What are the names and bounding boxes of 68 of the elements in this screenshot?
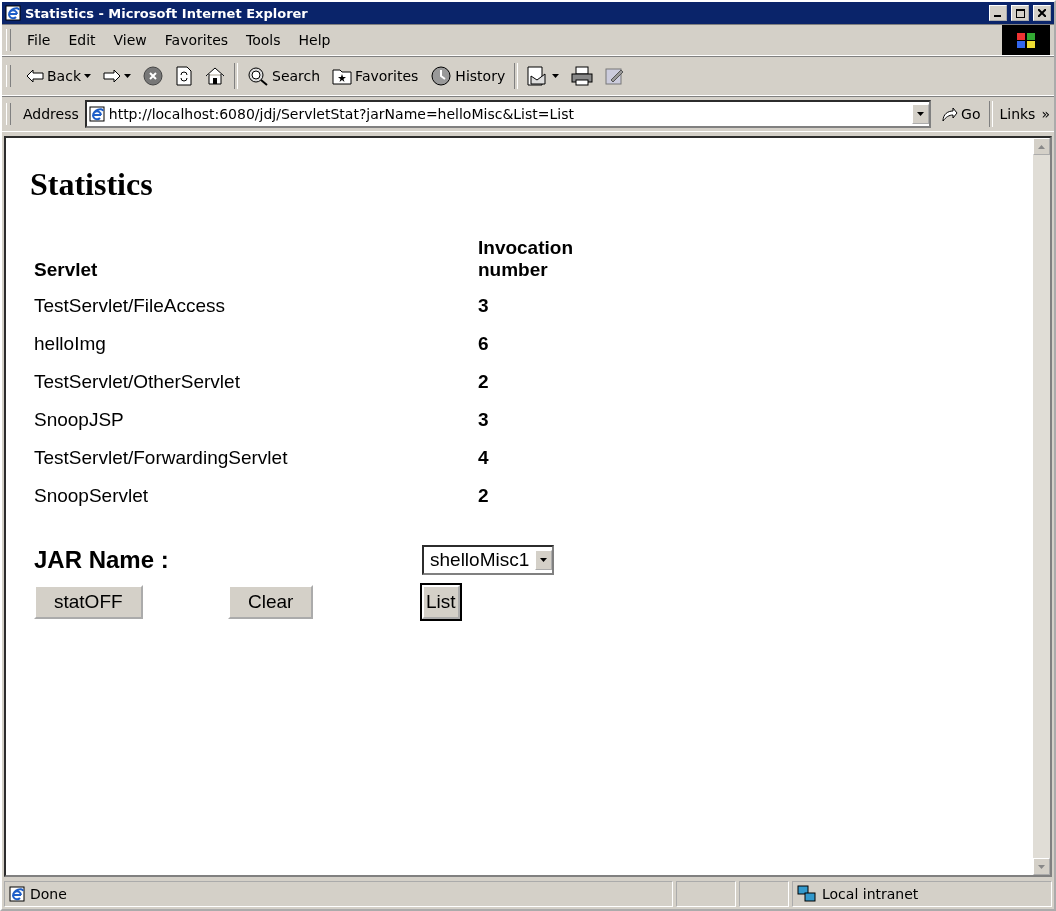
servlet-name: helloImg [34, 332, 107, 356]
ie-logo-icon [5, 5, 21, 21]
column-header: Invocation number [478, 236, 574, 282]
search-icon [247, 66, 269, 86]
menu-item[interactable]: Tools [238, 30, 289, 50]
links-button[interactable]: Links [999, 106, 1036, 122]
menu-item[interactable]: Edit [60, 30, 104, 50]
page-heading: Statistics [30, 166, 154, 203]
status-pane [676, 881, 736, 907]
page-icon [9, 886, 25, 902]
jar-select[interactable]: shelloMisc1 [422, 545, 555, 575]
forward-button[interactable] [100, 67, 134, 85]
go-button[interactable]: Go [937, 104, 984, 124]
edit-page-icon [605, 66, 626, 86]
down-arrow-icon [1038, 864, 1045, 869]
more-chevron[interactable]: » [1041, 106, 1050, 122]
zone-indicator: Local intranet [792, 881, 1052, 907]
menu-item[interactable]: Favorites [156, 30, 237, 50]
invocation-count: 4 [478, 446, 490, 470]
close-icon [1038, 9, 1046, 17]
status-pane [739, 881, 789, 907]
close-button[interactable] [1033, 5, 1051, 21]
history-button[interactable]: History [427, 64, 509, 88]
servlet-name: TestServlet/OtherServlet [34, 370, 241, 394]
menu-item[interactable]: Help [290, 30, 339, 50]
back-arrow-icon [26, 69, 44, 83]
minimize-button[interactable] [989, 5, 1007, 21]
address-label: Address [23, 106, 79, 122]
maximize-icon [1015, 8, 1025, 18]
windows-flag-icon [1002, 25, 1050, 55]
up-arrow-icon [1038, 144, 1045, 149]
window-title: Statistics - Microsoft Internet Explorer [25, 5, 309, 21]
invocation-count: 2 [478, 370, 490, 394]
servlet-name: SnoopServlet [34, 484, 150, 508]
menu-item[interactable]: View [105, 30, 155, 50]
caret-icon [124, 74, 131, 78]
search-button[interactable]: Search [244, 64, 324, 88]
form-button[interactable]: statOFF [34, 585, 143, 619]
maximize-button[interactable] [1011, 5, 1029, 21]
forward-arrow-icon [103, 69, 121, 83]
back-button[interactable]: Back [23, 66, 94, 86]
scrollbar[interactable] [1033, 138, 1050, 875]
form-button[interactable]: Clear [228, 585, 314, 619]
refresh-icon [175, 66, 193, 86]
form-button[interactable]: List [422, 585, 460, 619]
page-icon [88, 106, 105, 122]
invocation-count: 3 [478, 408, 490, 432]
invocation-count: 2 [478, 484, 490, 508]
servlet-name: SnoopJSP [34, 408, 125, 432]
invocation-count: 6 [478, 332, 490, 356]
caret-icon [84, 74, 91, 78]
network-icon [797, 885, 817, 903]
servlet-name: TestServlet/FileAccess [34, 294, 227, 318]
printer-icon [571, 66, 594, 86]
stop-button[interactable] [140, 64, 166, 88]
home-icon [205, 67, 225, 85]
folder-star-icon [332, 67, 353, 85]
status-text: Done [4, 881, 673, 907]
curved-arrow-icon [940, 106, 959, 122]
column-header: Servlet [34, 258, 99, 282]
stop-icon [143, 66, 163, 86]
menu-item[interactable]: File [19, 30, 59, 50]
jar-name-label: JAR Name : [34, 546, 170, 574]
address-field[interactable]: http://localhost:6080/jdj/ServletStat?jarName=helloMisc&List=List [84, 100, 932, 128]
caret-icon [552, 74, 560, 78]
invocation-count: 3 [478, 294, 490, 318]
favorites-button[interactable]: Favorites [329, 65, 422, 87]
servlet-name: TestServlet/ForwardingServlet [34, 446, 289, 470]
